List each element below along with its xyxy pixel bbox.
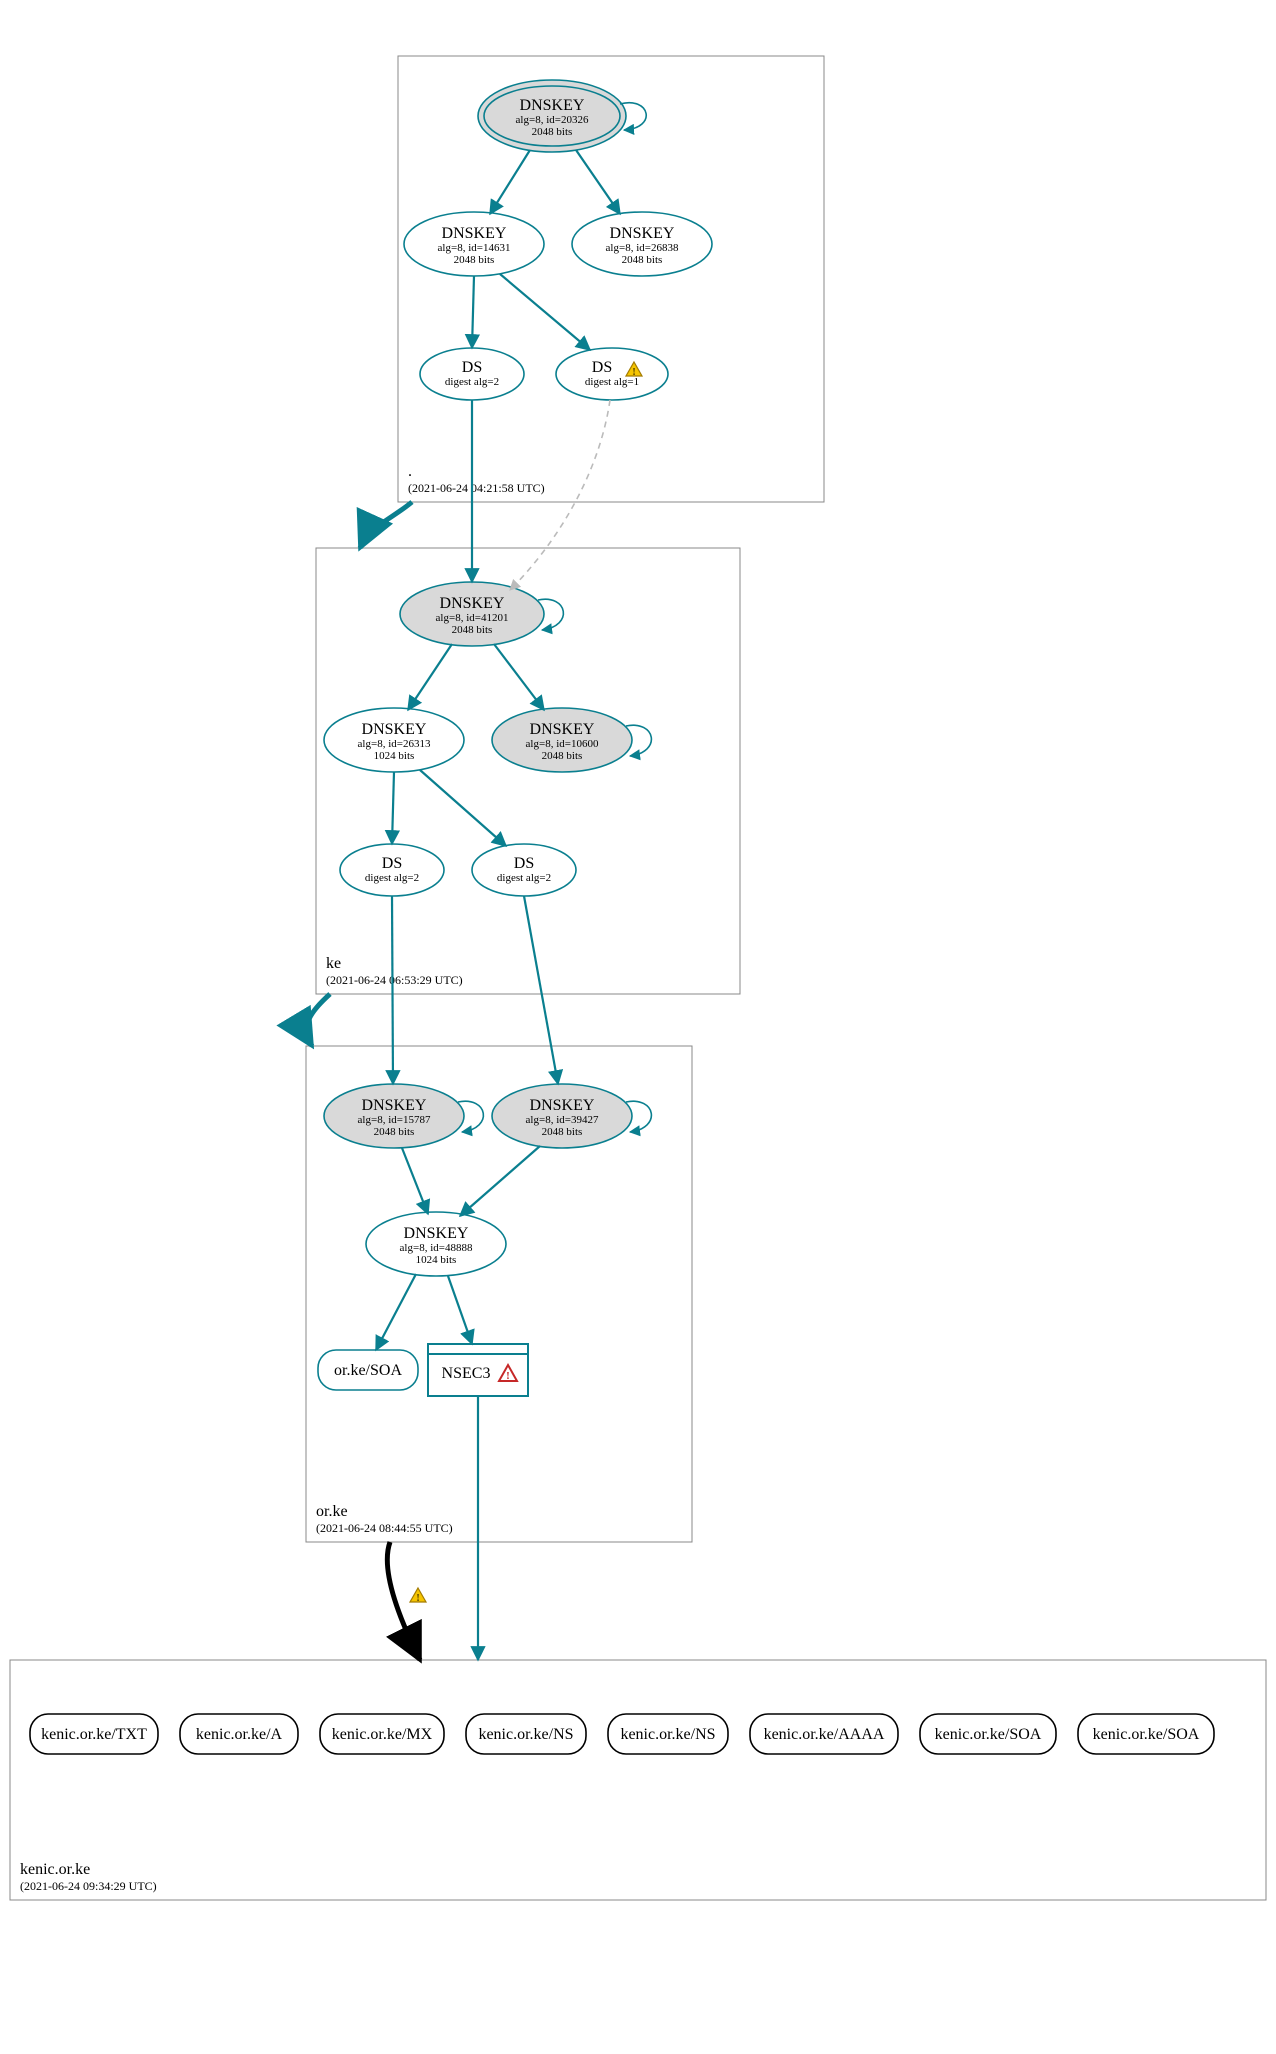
node-ke-ds2: DS digest alg=2 (472, 844, 576, 896)
edge (494, 644, 544, 710)
svg-text:alg=8, id=26313: alg=8, id=26313 (358, 738, 431, 750)
zone-name-root: . (408, 463, 412, 480)
svg-text:digest alg=2: digest alg=2 (445, 376, 499, 388)
svg-text:2048 bits: 2048 bits (454, 254, 495, 266)
svg-text:or.ke/SOA: or.ke/SOA (334, 1362, 402, 1379)
zone-time-ke: (2021-06-24 06:53:29 UTC) (326, 973, 463, 987)
svg-text:DS: DS (592, 359, 612, 376)
edge (500, 274, 590, 350)
svg-text:DNSKEY: DNSKEY (362, 721, 427, 738)
svg-text:kenic.or.ke/MX: kenic.or.ke/MX (332, 1726, 433, 1743)
svg-text:DNSKEY: DNSKEY (362, 1097, 427, 1114)
svg-text:alg=8, id=15787: alg=8, id=15787 (358, 1114, 431, 1126)
svg-text:DNSKEY: DNSKEY (404, 1225, 469, 1242)
edge (524, 896, 558, 1084)
svg-text:2048 bits: 2048 bits (452, 624, 493, 636)
zone-time-root: (2021-06-24 04:21:58 UTC) (408, 481, 545, 495)
svg-text:DS: DS (514, 855, 534, 872)
svg-text:2048 bits: 2048 bits (532, 126, 573, 138)
node-kenic-mx: kenic.or.ke/MX (320, 1714, 444, 1754)
node-root-ds1: DS digest alg=2 (420, 348, 524, 400)
node-kenic-aaaa: kenic.or.ke/AAAA (750, 1714, 898, 1754)
svg-text:DNSKEY: DNSKEY (442, 225, 507, 242)
svg-text:digest alg=2: digest alg=2 (365, 872, 419, 884)
edge-ke-to-orke (307, 994, 330, 1046)
svg-text:alg=8, id=26838: alg=8, id=26838 (606, 242, 679, 254)
node-ke-zsk: DNSKEY alg=8, id=26313 1024 bits (324, 708, 464, 772)
node-ke-ds1: DS digest alg=2 (340, 844, 444, 896)
svg-text:alg=8, id=48888: alg=8, id=48888 (400, 1242, 473, 1254)
svg-text:!: ! (416, 1593, 419, 1604)
edge (576, 150, 620, 214)
node-root-ds2: DS ! digest alg=1 (556, 348, 668, 400)
dnssec-diagram: . (2021-06-24 04:21:58 UTC) ke (2021-06-… (0, 0, 1276, 2054)
svg-text:2048 bits: 2048 bits (374, 1126, 415, 1138)
svg-text:alg=8, id=10600: alg=8, id=10600 (526, 738, 599, 750)
node-orke-ksk1: DNSKEY alg=8, id=15787 2048 bits (324, 1084, 464, 1148)
node-kenic-soa2: kenic.or.ke/SOA (1078, 1714, 1214, 1754)
node-orke-soa: or.ke/SOA (318, 1350, 418, 1390)
node-orke-zsk: DNSKEY alg=8, id=48888 1024 bits (366, 1212, 506, 1276)
svg-text:2048 bits: 2048 bits (542, 750, 583, 762)
edge (420, 770, 506, 846)
svg-text:kenic.or.ke/SOA: kenic.or.ke/SOA (1093, 1726, 1200, 1743)
svg-text:kenic.or.ke/A: kenic.or.ke/A (196, 1726, 283, 1743)
edge (392, 896, 393, 1084)
warning-icon: ! (410, 1588, 426, 1604)
svg-text:kenic.or.ke/AAAA: kenic.or.ke/AAAA (764, 1726, 885, 1743)
svg-text:2048 bits: 2048 bits (622, 254, 663, 266)
edge (376, 1274, 416, 1350)
svg-text:1024 bits: 1024 bits (374, 750, 415, 762)
svg-text:alg=8, id=14631: alg=8, id=14631 (438, 242, 511, 254)
zone-box-kenic (10, 1660, 1266, 1900)
svg-text:NSEC3: NSEC3 (442, 1365, 491, 1382)
rrset-row: kenic.or.ke/TXT kenic.or.ke/A kenic.or.k… (30, 1714, 1214, 1754)
node-kenic-ns1: kenic.or.ke/NS (466, 1714, 586, 1754)
svg-text:alg=8, id=39427: alg=8, id=39427 (526, 1114, 599, 1126)
svg-text:DS: DS (462, 359, 482, 376)
svg-text:DNSKEY: DNSKEY (530, 721, 595, 738)
svg-text:kenic.or.ke/NS: kenic.or.ke/NS (620, 1726, 715, 1743)
svg-text:!: ! (506, 1370, 510, 1382)
zone-time-orke: (2021-06-24 08:44:55 UTC) (316, 1521, 453, 1535)
edge (472, 276, 474, 348)
svg-text:1024 bits: 1024 bits (416, 1254, 457, 1266)
svg-text:kenic.or.ke/SOA: kenic.or.ke/SOA (935, 1726, 1042, 1743)
svg-text:alg=8, id=41201: alg=8, id=41201 (436, 612, 509, 624)
edge (408, 644, 452, 710)
node-ke-other: DNSKEY alg=8, id=10600 2048 bits (492, 708, 632, 772)
svg-text:DNSKEY: DNSKEY (610, 225, 675, 242)
node-root-ksk: DNSKEY alg=8, id=20326 2048 bits (478, 80, 626, 152)
svg-text:2048 bits: 2048 bits (542, 1126, 583, 1138)
node-root-zsk1: DNSKEY alg=8, id=14631 2048 bits (404, 212, 544, 276)
svg-text:kenic.or.ke/NS: kenic.or.ke/NS (478, 1726, 573, 1743)
edge (392, 772, 394, 844)
edge-root-to-ke (360, 502, 412, 548)
node-kenic-ns2: kenic.or.ke/NS (608, 1714, 728, 1754)
zone-name-orke: or.ke (316, 1503, 348, 1520)
edge (402, 1148, 428, 1214)
node-ke-ksk: DNSKEY alg=8, id=41201 2048 bits (400, 582, 544, 646)
edge (490, 150, 530, 214)
edge (448, 1276, 472, 1344)
edge (460, 1146, 540, 1216)
zone-name-ke: ke (326, 955, 341, 972)
edge-ds2-to-ke-ksk (510, 400, 610, 590)
zone-name-kenic: kenic.or.ke (20, 1861, 90, 1878)
node-orke-ksk2: DNSKEY alg=8, id=39427 2048 bits (492, 1084, 632, 1148)
node-kenic-soa1: kenic.or.ke/SOA (920, 1714, 1056, 1754)
svg-text:DNSKEY: DNSKEY (520, 97, 585, 114)
svg-text:DS: DS (382, 855, 402, 872)
svg-text:DNSKEY: DNSKEY (440, 595, 505, 612)
node-root-zsk2: DNSKEY alg=8, id=26838 2048 bits (572, 212, 712, 276)
svg-text:digest alg=1: digest alg=1 (585, 376, 639, 388)
node-kenic-txt: kenic.or.ke/TXT (30, 1714, 158, 1754)
svg-text:kenic.or.ke/TXT: kenic.or.ke/TXT (41, 1726, 147, 1743)
node-nsec3: NSEC3 ! (428, 1344, 528, 1396)
node-kenic-a: kenic.or.ke/A (180, 1714, 298, 1754)
svg-text:digest alg=2: digest alg=2 (497, 872, 551, 884)
zone-time-kenic: (2021-06-24 09:34:29 UTC) (20, 1879, 157, 1893)
svg-text:DNSKEY: DNSKEY (530, 1097, 595, 1114)
svg-text:alg=8, id=20326: alg=8, id=20326 (516, 114, 589, 126)
